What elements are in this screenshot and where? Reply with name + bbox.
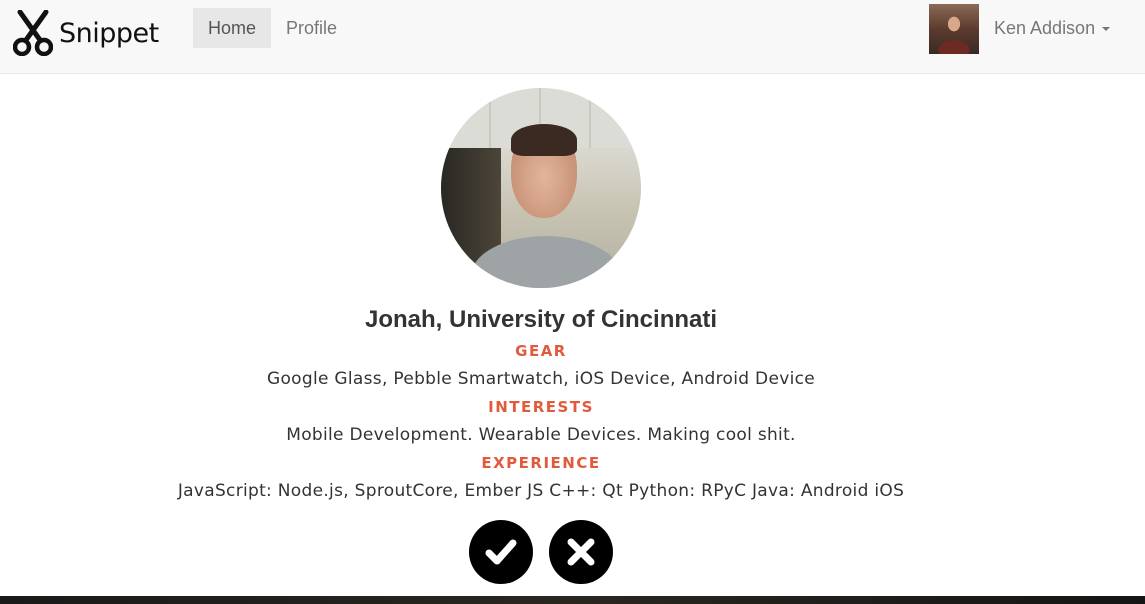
gear-heading: GEAR bbox=[515, 342, 567, 360]
gear-text: Google Glass, Pebble Smartwatch, iOS Dev… bbox=[266, 369, 815, 389]
experience-text: JavaScript: Node.js, SproutCore, Ember J… bbox=[177, 481, 905, 501]
bottom-strip bbox=[0, 596, 1145, 604]
interests-text: Mobile Development. Wearable Devices. Ma… bbox=[286, 425, 796, 445]
profile-name: Jonah, University of Cincinnati bbox=[364, 306, 718, 333]
brand-logo-link[interactable]: Snippet bbox=[13, 8, 159, 58]
accept-button[interactable] bbox=[469, 520, 533, 584]
user-avatar[interactable] bbox=[929, 4, 979, 54]
nav-home-link[interactable]: Home bbox=[193, 8, 272, 48]
profile-photo bbox=[441, 88, 641, 288]
scissors-icon bbox=[13, 10, 53, 56]
caret-down-icon bbox=[1102, 27, 1111, 31]
navbar: Snippet Home Profile Ken Addison bbox=[0, 0, 1145, 74]
experience-heading: EXPERIENCE bbox=[481, 454, 601, 472]
close-icon bbox=[567, 538, 595, 566]
nav-profile-link[interactable]: Profile bbox=[271, 8, 352, 48]
reject-button[interactable] bbox=[549, 520, 613, 584]
user-menu-dropdown[interactable]: Ken Addison bbox=[994, 8, 1111, 48]
check-icon bbox=[485, 539, 517, 565]
interests-heading: INTERESTS bbox=[488, 398, 594, 416]
brand-name: Snippet bbox=[59, 17, 159, 49]
user-name: Ken Addison bbox=[994, 18, 1096, 38]
